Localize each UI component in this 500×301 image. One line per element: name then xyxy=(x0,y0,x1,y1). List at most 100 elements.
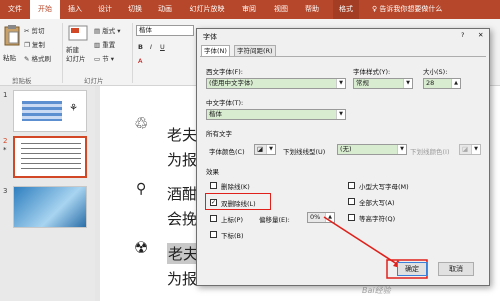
tab-format[interactable]: 格式 xyxy=(333,0,359,19)
slide-thumbnail-2[interactable] xyxy=(13,136,87,178)
slide-text-line[interactable]: 老夫 xyxy=(167,243,200,264)
font-color-button[interactable]: A xyxy=(138,57,142,65)
subscript-label: 下标(B) xyxy=(221,232,244,240)
equalize-height-label: 等高字符(Q) xyxy=(359,215,396,223)
layout-button[interactable]: ▤ 版式 ▾ xyxy=(94,25,121,35)
superscript-label: 上标(P) xyxy=(221,216,243,224)
ok-button[interactable]: 确定 xyxy=(397,262,427,276)
slides-group-label: 幻灯片 xyxy=(84,77,104,85)
paint-bucket-icon: ◪ xyxy=(462,145,469,153)
clipboard-group-label: 剪贴板 xyxy=(12,77,32,85)
paste-button[interactable]: 粘贴 xyxy=(2,22,22,70)
slide-text-line[interactable]: 老夫 xyxy=(167,124,197,145)
paint-bucket-icon: ◪ xyxy=(257,145,264,153)
subscript-checkbox[interactable] xyxy=(210,231,217,238)
superscript-checkbox[interactable] xyxy=(210,215,217,222)
cancel-button[interactable]: 取消 xyxy=(438,262,474,276)
close-icon[interactable]: ✕ xyxy=(478,31,483,39)
underline-style-select[interactable]: (无) ▼ xyxy=(337,144,407,155)
ribbon-font-box[interactable]: 楷体 xyxy=(136,25,194,36)
strikethrough-checkbox[interactable] xyxy=(210,182,217,189)
copy-button[interactable]: ❐ 复制 xyxy=(24,39,45,49)
strikethrough-label: 删除线(K) xyxy=(221,183,250,191)
font-dialog: 字体 ? ✕ 字体(N) 字符间距(R) 西文字体(F): (使用中文字体) ▼ … xyxy=(196,28,490,286)
underline-button[interactable]: U xyxy=(160,43,165,51)
font-color-picker[interactable]: ◪ ▼ xyxy=(254,144,276,155)
tab-design[interactable]: 设计 xyxy=(92,0,118,19)
font-color-label: 字体颜色(C) xyxy=(209,148,245,156)
slide-text-line[interactable]: 酒酣 xyxy=(167,183,197,204)
tab-insert[interactable]: 插入 xyxy=(62,0,88,19)
slide-text-line[interactable]: 为报 xyxy=(167,268,197,289)
thumbnail-icon: ⚘ xyxy=(69,103,78,114)
asian-font-label: 中文字体(T): xyxy=(206,99,244,107)
thumbnail-table xyxy=(22,101,62,121)
font-size-label: 大小(S): xyxy=(423,68,448,76)
slide-number: 1 xyxy=(3,91,8,99)
underline-color-picker[interactable]: ◪ ▼ xyxy=(459,144,481,155)
help-button[interactable]: ? xyxy=(461,31,464,39)
slide-text-line[interactable]: 为报 xyxy=(167,149,197,170)
reset-button[interactable]: ▥ 重置 xyxy=(94,39,115,49)
tab-home[interactable]: 开始 xyxy=(30,0,60,19)
watermark: Bai经验 xyxy=(362,286,391,295)
highlight-box xyxy=(205,193,271,210)
tab-panel-border xyxy=(200,56,486,57)
slide-text-line[interactable]: 会挽 xyxy=(167,208,197,229)
spinner-icon: ▲ xyxy=(325,213,334,222)
slide-number: 2 xyxy=(3,137,8,145)
section-icon: ▭ xyxy=(94,55,101,63)
new-slide-button[interactable]: 新建 幻灯片 xyxy=(66,22,90,72)
offset-input[interactable]: 0% ▲ xyxy=(307,212,335,223)
smoking-icon: ⚲ xyxy=(136,181,147,197)
thumbnail-text-lines xyxy=(21,143,81,173)
western-font-select[interactable]: (使用中文字体) ▼ xyxy=(206,78,346,89)
brush-icon: ✎ xyxy=(24,55,30,63)
chevron-down-icon: ▼ xyxy=(266,145,275,154)
western-font-label: 西文字体(F): xyxy=(206,68,244,76)
small-caps-label: 小型大写字母(M) xyxy=(359,183,409,191)
dialog-title: 字体 xyxy=(203,33,217,41)
slide-star-marker: * xyxy=(3,146,7,154)
bold-button[interactable]: B xyxy=(138,43,143,51)
group-divider xyxy=(62,23,63,83)
layout-icon: ▤ xyxy=(94,27,101,35)
underline-color-label: 下划线颜色(I) xyxy=(410,148,450,156)
new-slide-icon xyxy=(68,25,88,41)
chevron-down-icon: ▼ xyxy=(336,110,345,119)
slide-thumbnail-pane: 1 ⚘ 2 * 3 xyxy=(0,86,95,301)
reset-icon: ▥ xyxy=(94,41,101,49)
tell-me-box[interactable]: ♀ 告诉我你想要做什么 xyxy=(372,0,492,19)
copy-icon: ❐ xyxy=(24,41,30,49)
tab-view[interactable]: 视图 xyxy=(268,0,294,19)
spinner-icon: ▲ xyxy=(451,79,460,88)
asian-font-select[interactable]: 楷体 ▼ xyxy=(206,109,346,120)
tab-animations[interactable]: 动画 xyxy=(152,0,178,19)
slide-thumbnail-3[interactable] xyxy=(13,186,87,228)
all-caps-label: 全部大写(A) xyxy=(359,199,395,207)
chevron-down-icon: ▼ xyxy=(471,145,480,154)
ribbon-tab-bar: 文件 开始 插入 设计 切换 动画 幻灯片放映 审阅 视图 帮助 格式 ♀ 告诉… xyxy=(0,0,500,19)
tab-transitions[interactable]: 切换 xyxy=(122,0,148,19)
format-painter-button[interactable]: ✎ 格式刷 xyxy=(24,53,51,63)
tab-slideshow[interactable]: 幻灯片放映 xyxy=(183,0,231,19)
scissors-icon: ✂ xyxy=(24,27,30,35)
lightbulb-icon: ♀ xyxy=(372,5,378,13)
chevron-down-icon: ▼ xyxy=(397,145,406,154)
font-size-input[interactable]: 28 ▲ xyxy=(423,78,461,89)
chevron-down-icon: ▼ xyxy=(336,79,345,88)
cut-button[interactable]: ✂ 剪切 xyxy=(24,25,45,35)
small-caps-checkbox[interactable] xyxy=(348,182,355,189)
tab-review[interactable]: 审阅 xyxy=(236,0,262,19)
chevron-down-icon: ▼ xyxy=(403,79,412,88)
section-button[interactable]: ▭ 节 ▾ xyxy=(94,53,114,63)
underline-style-label: 下划线线型(U) xyxy=(283,148,326,156)
font-style-label: 字体样式(Y): xyxy=(353,68,391,76)
slide-thumbnail-1[interactable]: ⚘ xyxy=(13,90,87,132)
font-style-select[interactable]: 常规 ▼ xyxy=(353,78,413,89)
equalize-height-checkbox[interactable] xyxy=(348,214,355,221)
tab-help[interactable]: 帮助 xyxy=(299,0,325,19)
all-caps-checkbox[interactable] xyxy=(348,198,355,205)
tab-file[interactable]: 文件 xyxy=(2,0,28,19)
italic-button[interactable]: I xyxy=(150,43,152,51)
